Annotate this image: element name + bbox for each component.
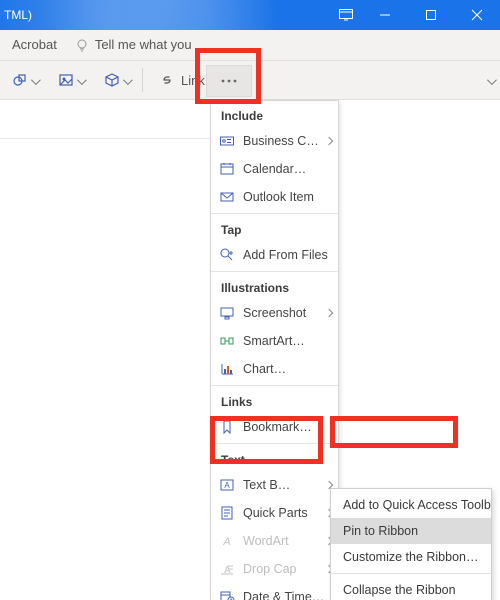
menu-add-from-files[interactable]: Add From Files [211, 241, 338, 269]
menu-separator [331, 573, 491, 574]
ctx-collapse-ribbon[interactable]: Collapse the Ribbon [331, 577, 491, 600]
tell-me-search[interactable]: Tell me what you [95, 30, 204, 60]
menu-outlook-item[interactable]: Outlook Item [211, 183, 338, 211]
panel-heading-include: Include [211, 101, 338, 127]
minimize-button[interactable] [362, 0, 408, 30]
chevron-down-icon [31, 73, 38, 88]
panel-heading-text: Text [211, 446, 338, 471]
chevron-right-icon [324, 136, 334, 147]
business-card-icon [219, 133, 235, 149]
shapes-icon [12, 72, 28, 88]
svg-text:A: A [224, 481, 230, 490]
menu-screenshot[interactable]: Screenshot [211, 299, 338, 327]
menu-text-box[interactable]: A Text B… [211, 471, 338, 499]
menu-calendar[interactable]: Calendar… [211, 155, 338, 183]
cube-icon [104, 72, 120, 88]
chevron-right-icon [324, 308, 334, 319]
models-button[interactable] [96, 66, 138, 94]
smartart-icon [219, 333, 235, 349]
close-button[interactable] [454, 0, 500, 30]
title-bar: TML) [0, 0, 500, 30]
ribbon-display-options-button[interactable] [330, 0, 362, 30]
ribbon-overflow-button[interactable] [206, 65, 252, 97]
bookmark-icon [219, 419, 235, 435]
maximize-button[interactable] [408, 0, 454, 30]
link-button[interactable]: Link [151, 66, 213, 94]
svg-text:A: A [222, 536, 230, 548]
wordart-icon: A [219, 533, 235, 549]
ellipsis-icon [220, 78, 238, 84]
add-from-files-icon [219, 247, 235, 263]
ctx-add-qat[interactable]: Add to Quick Access Toolbar [331, 492, 491, 518]
message-body-area: Include Business Card Calendar… Outlook … [0, 100, 500, 600]
panel-heading-links: Links [211, 388, 338, 413]
minimize-icon [379, 9, 391, 21]
pictures-icon [58, 72, 74, 88]
close-icon [471, 9, 483, 21]
tell-me-bulb-icon [75, 38, 89, 52]
menu-wordart: A WordArt [211, 527, 338, 555]
collapse-ribbon-chevron[interactable] [487, 73, 494, 88]
text-box-icon: A [219, 477, 235, 493]
quick-parts-icon [219, 505, 235, 521]
link-icon [159, 72, 175, 88]
ribbon-tab-strip: Acrobat Tell me what you [0, 30, 500, 61]
window-title-fragment: TML) [0, 0, 32, 30]
ctx-customize-ribbon[interactable]: Customize the Ribbon… [331, 544, 491, 570]
ribbon-display-icon [339, 9, 353, 21]
outlook-item-icon [219, 189, 235, 205]
link-label: Link [181, 73, 205, 88]
menu-bookmark[interactable]: Bookmark… [211, 413, 338, 441]
menu-smartart[interactable]: SmartArt… [211, 327, 338, 355]
drop-cap-icon: A [219, 561, 235, 577]
ctx-pin-to-ribbon[interactable]: Pin to Ribbon [331, 518, 491, 544]
calendar-icon [219, 161, 235, 177]
menu-drop-cap: A Drop Cap [211, 555, 338, 583]
divider [0, 138, 210, 139]
ribbon-overflow-panel: Include Business Card Calendar… Outlook … [210, 100, 339, 600]
date-time-icon [219, 589, 235, 600]
maximize-icon [425, 9, 437, 21]
screenshot-icon [219, 305, 235, 321]
shapes-button[interactable] [4, 66, 46, 94]
tab-acrobat[interactable]: Acrobat [0, 30, 69, 60]
chart-icon [219, 361, 235, 377]
menu-quick-parts[interactable]: Quick Parts [211, 499, 338, 527]
menu-business-card[interactable]: Business Card [211, 127, 338, 155]
pictures-button[interactable] [50, 66, 92, 94]
ribbon-separator [142, 68, 143, 92]
chevron-down-icon [77, 73, 84, 88]
menu-date-time[interactable]: Date & Time… [211, 583, 338, 600]
menu-chart[interactable]: Chart… [211, 355, 338, 383]
panel-heading-tap: Tap [211, 216, 338, 241]
ribbon-context-menu: Add to Quick Access Toolbar Pin to Ribbo… [330, 488, 492, 600]
panel-heading-illustrations: Illustrations [211, 274, 338, 299]
ribbon-bar: Link [0, 61, 500, 100]
chevron-down-icon [123, 73, 130, 88]
